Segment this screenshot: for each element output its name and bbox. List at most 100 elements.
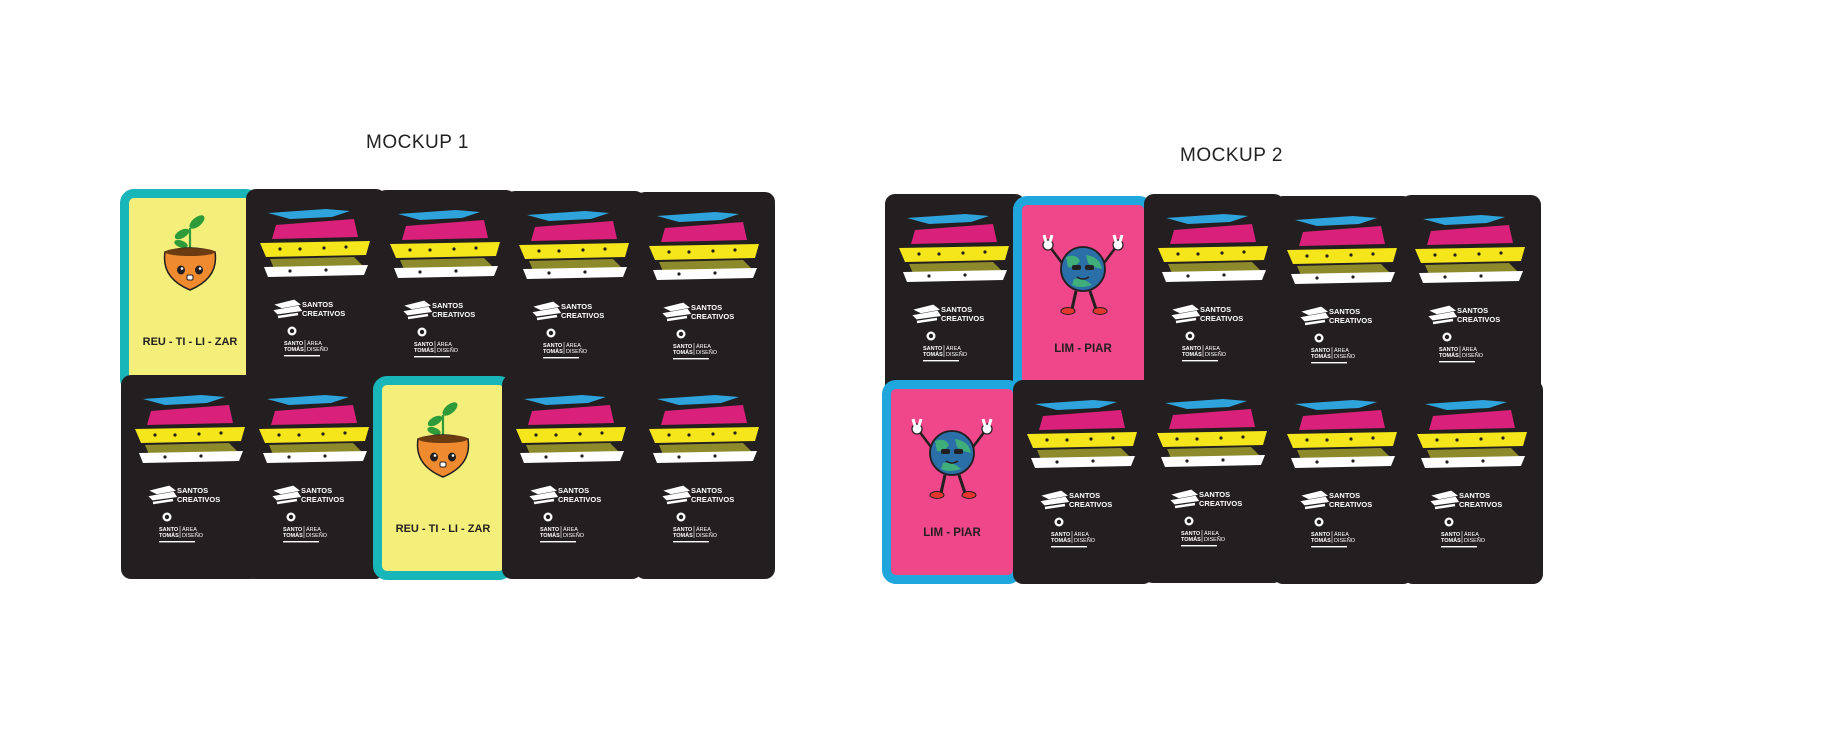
brand-line-2: CREATIVOS (1200, 314, 1243, 323)
area-line-2: DISEÑO (696, 532, 718, 539)
area-line-2: DISEÑO (1462, 352, 1484, 359)
brand-line-1: SANTOS (1459, 491, 1490, 500)
university-line-2: TOMÁS (284, 346, 304, 353)
brand-line-1: SANTOS (432, 301, 463, 310)
fine-print-line (923, 360, 959, 362)
memory-card-back[interactable]: SANTOS CREATIVOS SANTO TOMÁS ÁREA DISEÑO (1144, 194, 1284, 398)
memory-card-back[interactable]: SANTOS CREATIVOS SANTO TOMÁS ÁREA DISEÑO (502, 375, 642, 579)
university-line-2: TOMÁS (923, 351, 943, 358)
fine-print-line (540, 541, 576, 543)
memory-card-back[interactable]: SANTOS CREATIVOS SANTO TOMÁS ÁREA DISEÑO (246, 189, 386, 393)
area-line-1: ÁREA (182, 526, 197, 533)
university-line-2: TOMÁS (1311, 537, 1331, 544)
card-back-artwork: SANTOSCREATIVOSSANTOTOMÁSÁREADISEÑO (1027, 400, 1137, 548)
brand-line-1: SANTOS (1200, 305, 1231, 314)
mockup-title: MOCKUP 1 (366, 132, 469, 153)
memory-card-face-plant[interactable]: REU - TI - LI - ZAR (120, 189, 260, 393)
stripes-logo-icon (1027, 400, 1137, 468)
area-line-1: ÁREA (696, 343, 711, 350)
area-line-1: ÁREA (1334, 531, 1349, 538)
area-line-2: DISEÑO (437, 347, 459, 354)
santo-tomas-seal-icon (926, 331, 936, 341)
memory-card-back[interactable]: SANTOS CREATIVOS SANTO TOMÁS ÁREA DISEÑO (1401, 195, 1541, 399)
fine-print-line (284, 355, 320, 357)
card-back-artwork: SANTOSCREATIVOSSANTOTOMÁSÁREADISEÑO (259, 395, 369, 543)
area-line-2: DISEÑO (1074, 537, 1096, 544)
area-line-2: DISEÑO (307, 346, 329, 353)
area-line-1: ÁREA (1204, 530, 1219, 537)
santo-tomas-seal-icon (676, 329, 686, 339)
area-line-1: ÁREA (696, 526, 711, 533)
stripes-logo-icon (135, 395, 245, 463)
university-line-2: TOMÁS (543, 348, 563, 355)
card-back-artwork: SANTOSCREATIVOSSANTOTOMÁSÁREADISEÑO (135, 395, 245, 543)
area-line-1: ÁREA (1334, 347, 1349, 354)
santos-creativos-logo-icon (1428, 305, 1458, 325)
stripes-logo-icon (649, 395, 759, 463)
santo-tomas-seal-icon (1314, 517, 1324, 527)
area-line-2: DISEÑO (1204, 536, 1226, 543)
memory-card-back[interactable]: SANTOS CREATIVOS SANTO TOMÁS ÁREA DISEÑO (376, 190, 516, 394)
card-back-artwork: SANTOSCREATIVOSSANTOTOMÁSÁREADISEÑO (899, 214, 1009, 362)
brand-line-1: SANTOS (558, 486, 589, 495)
memory-card-back[interactable]: SANTOS CREATIVOS SANTO TOMÁS ÁREA DISEÑO (505, 191, 645, 395)
memory-card-back[interactable]: SANTOS CREATIVOS SANTO TOMÁS ÁREA DISEÑO (1273, 196, 1413, 400)
stripes-logo-icon (1287, 216, 1397, 284)
fine-print-line (543, 357, 579, 359)
memory-card-back[interactable]: SANTOS CREATIVOS SANTO TOMÁS ÁREA DISEÑO (1403, 380, 1543, 584)
card-back-artwork: SANTOSCREATIVOSSANTOTOMÁSÁREADISEÑO (1287, 400, 1397, 548)
memory-card-back[interactable]: SANTOS CREATIVOS SANTO TOMÁS ÁREA DISEÑO (1143, 379, 1283, 583)
fine-print-line (283, 541, 319, 543)
fine-print-line (1311, 362, 1347, 364)
card-back-artwork: SANTOSCREATIVOSSANTOTOMÁSÁREADISEÑO (519, 211, 629, 359)
university-line-2: TOMÁS (414, 347, 434, 354)
memory-card-back[interactable]: SANTOS CREATIVOS SANTO TOMÁS ÁREA DISEÑO (635, 375, 775, 579)
area-line-2: DISEÑO (182, 532, 204, 539)
santos-creativos-logo-icon (1300, 306, 1330, 326)
university-line-2: TOMÁS (1182, 351, 1202, 358)
university-line-2: TOMÁS (283, 532, 303, 539)
santo-tomas-seal-icon (162, 512, 172, 522)
memory-card-face-earth[interactable]: LIM - PIAR (1013, 196, 1153, 400)
area-line-1: ÁREA (1205, 345, 1220, 352)
santos-creativos-logo-icon (532, 301, 562, 321)
brand-line-1: SANTOS (177, 486, 208, 495)
card-back-artwork: SANTOSCREATIVOSSANTOTOMÁSÁREADISEÑO (649, 395, 759, 543)
brand-line-2: CREATIVOS (691, 312, 734, 321)
santos-creativos-logo-icon (529, 485, 559, 505)
earth-mascot-icon (1042, 234, 1124, 315)
santos-creativos-logo-icon (1430, 490, 1460, 510)
card-artwork: LIM - PIAR (1042, 234, 1124, 355)
stripes-logo-icon (259, 395, 369, 463)
memory-card-back[interactable]: SANTOS CREATIVOS SANTO TOMÁS ÁREA DISEÑO (1273, 380, 1413, 584)
fine-print-line (1051, 546, 1087, 548)
brand-line-1: SANTOS (1329, 307, 1360, 316)
memory-card-back[interactable]: SANTOS CREATIVOS SANTO TOMÁS ÁREA DISEÑO (635, 192, 775, 396)
brand-line-2: CREATIVOS (691, 495, 734, 504)
memory-card-back[interactable]: SANTOS CREATIVOS SANTO TOMÁS ÁREA DISEÑO (245, 375, 385, 579)
card-back-artwork: SANTOSCREATIVOSSANTOTOMÁSÁREADISEÑO (390, 210, 500, 358)
plant-pot-icon (416, 402, 470, 478)
area-line-1: ÁREA (437, 341, 452, 348)
memory-card-face-earth[interactable]: LIM - PIAR (882, 380, 1022, 584)
memory-card-back[interactable]: SANTOS CREATIVOS SANTO TOMÁS ÁREA DISEÑO (885, 194, 1025, 398)
santo-tomas-seal-icon (1184, 516, 1194, 526)
santos-creativos-logo-icon (1040, 490, 1070, 510)
santos-creativos-logo-icon (1300, 490, 1330, 510)
brand-line-1: SANTOS (1457, 306, 1488, 315)
fine-print-line (159, 541, 195, 543)
area-line-1: ÁREA (563, 526, 578, 533)
brand-line-1: SANTOS (302, 300, 333, 309)
santo-tomas-seal-icon (676, 512, 686, 522)
memory-card-face-plant[interactable]: REU - TI - LI - ZAR (373, 376, 513, 580)
fine-print-line (673, 358, 709, 360)
fine-print-line (673, 541, 709, 543)
memory-card-back[interactable]: SANTOS CREATIVOS SANTO TOMÁS ÁREA DISEÑO (1013, 380, 1153, 584)
memory-card-back[interactable]: SANTOS CREATIVOS SANTO TOMÁS ÁREA DISEÑO (121, 375, 261, 579)
santo-tomas-seal-icon (287, 326, 297, 336)
santos-creativos-logo-icon (662, 302, 692, 322)
santos-creativos-logo-icon (148, 485, 178, 505)
stripes-logo-icon (519, 211, 629, 279)
brand-line-1: SANTOS (1329, 491, 1360, 500)
stripes-logo-icon (516, 395, 626, 463)
